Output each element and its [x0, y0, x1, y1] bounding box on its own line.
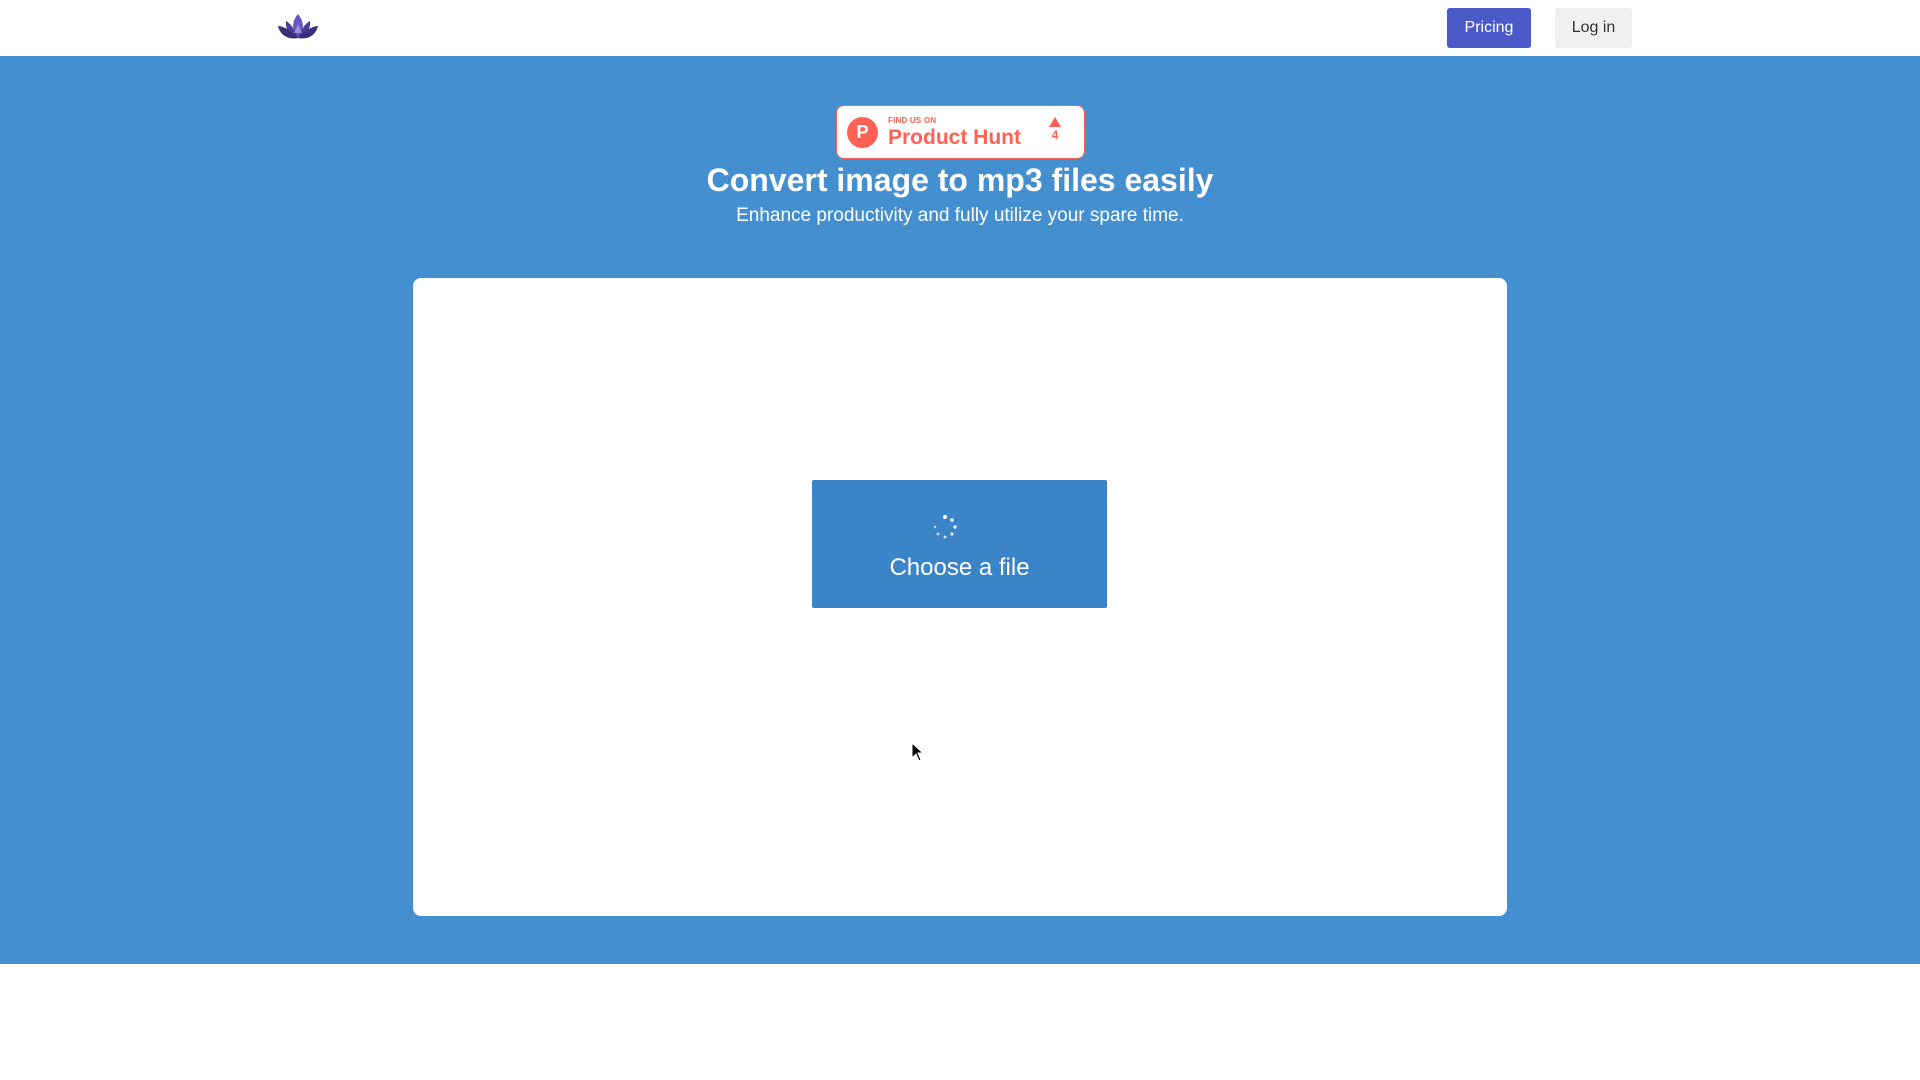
- upload-card: Choose a file: [413, 278, 1507, 916]
- page-title: Convert image to mp3 files easily: [706, 162, 1214, 198]
- lotus-logo-icon[interactable]: [275, 10, 321, 44]
- product-hunt-logo-icon: P: [847, 117, 878, 148]
- upvote-count: 4: [1051, 128, 1059, 142]
- login-button[interactable]: Log in: [1555, 8, 1632, 48]
- upvote-arrow-icon: [1049, 117, 1061, 127]
- pricing-button[interactable]: Pricing: [1447, 8, 1531, 48]
- top-navbar: Pricing Log in: [0, 0, 1920, 56]
- product-hunt-find-us-text: FIND US ON: [888, 116, 937, 125]
- product-hunt-upvote: 4: [1047, 117, 1063, 142]
- product-hunt-badge[interactable]: P FIND US ON Product Hunt 4: [836, 105, 1085, 159]
- loading-spinner-icon: [932, 514, 958, 540]
- page-subtitle: Enhance productivity and fully utilize y…: [736, 205, 1184, 226]
- hero-section: P FIND US ON Product Hunt 4 Convert imag…: [0, 56, 1920, 964]
- choose-file-button[interactable]: Choose a file: [812, 480, 1107, 608]
- product-hunt-name: Product Hunt: [888, 126, 1021, 149]
- choose-file-label: Choose a file: [889, 554, 1030, 581]
